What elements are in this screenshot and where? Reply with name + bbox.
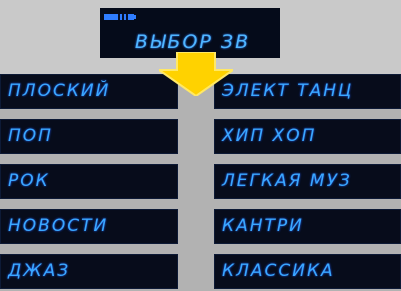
header-panel: ВЫБОР ЗВ xyxy=(100,8,280,58)
menu-item-rock[interactable]: РОК xyxy=(0,164,178,199)
menu-item-label: ЭЛЕКТ ТАНЦ xyxy=(222,81,354,101)
menu-item-label: ПОП xyxy=(8,126,53,146)
menu-item-electronic-dance[interactable]: ЭЛЕКТ ТАНЦ xyxy=(214,74,401,109)
menu-item-flat[interactable]: ПЛОСКИЙ xyxy=(0,74,178,109)
menu-item-label: НОВОСТИ xyxy=(8,216,109,236)
menu-item-label: КЛАССИКА xyxy=(222,261,335,281)
menu-item-easy-listening[interactable]: ЛЕГКАЯ МУЗ xyxy=(214,164,401,199)
equalizer-menu: ПЛОСКИЙ ПОП РОК НОВОСТИ ДЖАЗ ЭЛЕКТ ТАНЦ … xyxy=(0,74,401,291)
center-divider xyxy=(178,74,214,291)
menu-item-label: РОК xyxy=(8,171,50,191)
menu-item-jazz[interactable]: ДЖАЗ xyxy=(0,254,178,289)
battery-icon xyxy=(104,14,136,20)
screen-title: ВЫБОР ЗВ xyxy=(134,31,251,53)
right-column: ЭЛЕКТ ТАНЦ ХИП ХОП ЛЕГКАЯ МУЗ КАНТРИ КЛА… xyxy=(214,74,401,291)
arrow-down-icon xyxy=(159,52,233,96)
menu-item-news[interactable]: НОВОСТИ xyxy=(0,209,178,244)
menu-item-hip-hop[interactable]: ХИП ХОП xyxy=(214,119,401,154)
menu-item-classical[interactable]: КЛАССИКА xyxy=(214,254,401,289)
menu-item-label: ПЛОСКИЙ xyxy=(8,81,111,101)
menu-item-label: ЛЕГКАЯ МУЗ xyxy=(222,171,352,191)
menu-item-country[interactable]: КАНТРИ xyxy=(214,209,401,244)
menu-item-pop[interactable]: ПОП xyxy=(0,119,178,154)
menu-item-label: ДЖАЗ xyxy=(8,261,71,281)
left-column: ПЛОСКИЙ ПОП РОК НОВОСТИ ДЖАЗ xyxy=(0,74,178,291)
menu-item-label: КАНТРИ xyxy=(222,216,304,236)
menu-item-label: ХИП ХОП xyxy=(222,126,317,146)
